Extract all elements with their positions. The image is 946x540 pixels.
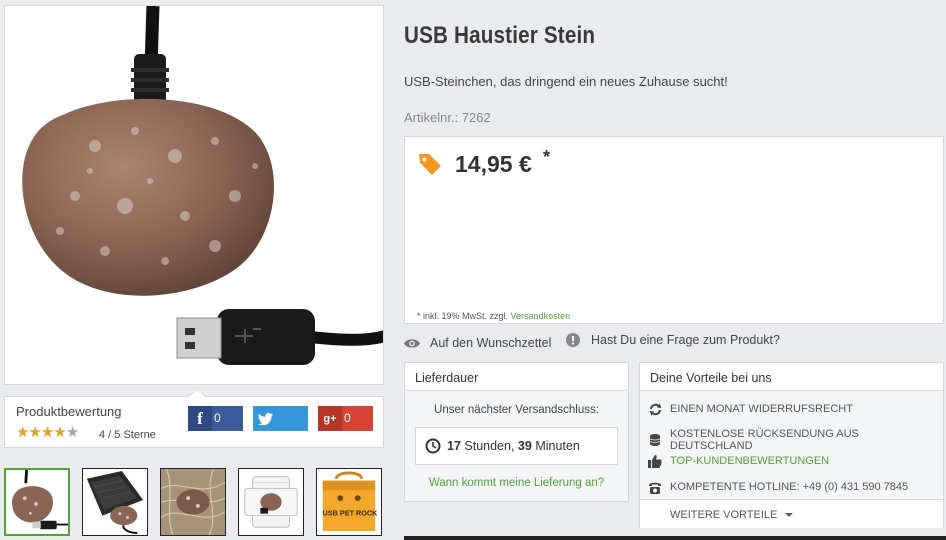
main-product-image[interactable] <box>4 5 384 385</box>
benefits-box: Deine Vorteile bei uns Einen Monat Wider… <box>639 362 944 528</box>
bottom-divider <box>404 536 946 540</box>
article-number: Artikelnr.: 7262 <box>404 110 491 125</box>
thumbs-up-icon <box>648 454 662 468</box>
googleplus-share-count: 0 <box>344 411 351 425</box>
benefit-label: Einen Monat Widerrufsrecht <box>670 403 853 415</box>
googleplus-share-button[interactable]: g+ 0 <box>318 406 373 431</box>
star-icon: ★ <box>53 424 66 441</box>
star-empty-icon: ★ <box>65 424 79 441</box>
delivery-header: Lieferdauer <box>405 363 628 391</box>
facebook-icon: f <box>188 406 212 431</box>
clock-icon <box>425 438 441 454</box>
thumbnail-3[interactable] <box>160 468 226 536</box>
eye-icon <box>404 338 420 349</box>
shipping-countdown: 17 Stunden, 39 Minuten <box>415 427 618 465</box>
tax-note-text: * inkl. 19% MwSt. zzgl. <box>417 311 509 321</box>
benefit-item-return-policy: Einen Monat Widerrufsrecht <box>648 402 853 416</box>
rating-label: Produktbewertung <box>16 404 122 419</box>
product-price: 14,95 € <box>455 151 532 177</box>
caret-down-icon <box>785 513 794 518</box>
countdown-minutes-unit: Minuten <box>535 439 580 453</box>
delivery-box: Lieferdauer Unser nächster Versandschlus… <box>404 362 629 502</box>
next-shipping-text: Unser nächster Versandschluss: <box>434 404 599 416</box>
facebook-share-button[interactable]: f 0 <box>188 406 243 431</box>
more-benefits-label: Weitere Vorteile <box>670 509 778 521</box>
question-icon <box>566 333 580 347</box>
rating-text: 4 / 5 Sterne <box>99 429 156 441</box>
wishlist-label: Auf den Wunschzettel <box>430 336 552 350</box>
thumbnail-box-label: USB PET ROCK <box>323 509 379 518</box>
phone-icon <box>648 480 662 494</box>
price-tag-icon <box>417 151 443 182</box>
twitter-icon <box>253 406 277 431</box>
more-benefits-toggle[interactable]: Weitere Vorteile <box>640 499 943 528</box>
rating-stars: ★★★★★ <box>16 424 79 441</box>
benefit-label: Kompetente Hotline: +49 (0) 431 590 7845 <box>670 481 909 493</box>
tax-note: * inkl. 19% MwSt. zzgl. Versandkosten <box>417 311 570 321</box>
coins-icon <box>648 433 662 447</box>
star-icon: ★ <box>16 424 29 441</box>
facebook-share-count: 0 <box>214 411 221 425</box>
wishlist-link[interactable]: Auf den Wunschzettel <box>404 336 551 350</box>
thumbnail-2[interactable] <box>82 468 148 536</box>
benefit-label: Kostenlose Rücksendung aus Deutschland <box>670 428 859 452</box>
delivery-date-link[interactable]: Wann kommt meine Lieferung an? <box>405 477 628 489</box>
image-pointer-caret <box>188 387 206 405</box>
thumbnail-4[interactable] <box>238 468 304 536</box>
countdown-text: 17 Stunden, 39 Minuten <box>447 439 580 453</box>
product-question-link[interactable]: Hast Du eine Frage zum Produkt? <box>566 333 780 347</box>
product-title: USB Haustier Stein <box>404 22 596 49</box>
countdown-minutes: 39 <box>517 439 532 453</box>
question-label: Hast Du eine Frage zum Produkt? <box>591 333 780 347</box>
shipping-costs-link[interactable]: Versandkosten <box>511 311 571 321</box>
benefit-label: Top-Kundenbewertungen <box>670 455 830 467</box>
twitter-share-button[interactable] <box>253 406 308 431</box>
benefit-item-top-reviews[interactable]: Top-Kundenbewertungen <box>648 454 829 468</box>
benefit-item-hotline: Kompetente Hotline: +49 (0) 431 590 7845 <box>648 480 908 494</box>
googleplus-icon: g+ <box>318 406 342 431</box>
benefit-item-free-return: Kostenlose Rücksendung aus Deutschland <box>648 428 943 452</box>
price-box: 14,95 € * * inkl. 19% MwSt. zzgl. Versan… <box>404 136 944 324</box>
benefits-header: Deine Vorteile bei uns <box>640 363 943 391</box>
countdown-hours-unit: Stunden, <box>464 439 515 453</box>
star-icon: ★ <box>40 424 54 441</box>
thumbnail-5[interactable]: USB PET ROCK <box>316 468 382 536</box>
product-description: USB-Steinchen, das dringend ein neues Zu… <box>404 74 728 89</box>
refresh-icon <box>648 402 662 416</box>
price-asterisk: * <box>543 147 551 167</box>
star-icon: ★ <box>28 424 41 441</box>
thumbnail-1[interactable] <box>4 468 70 536</box>
countdown-hours: 17 <box>447 439 461 453</box>
